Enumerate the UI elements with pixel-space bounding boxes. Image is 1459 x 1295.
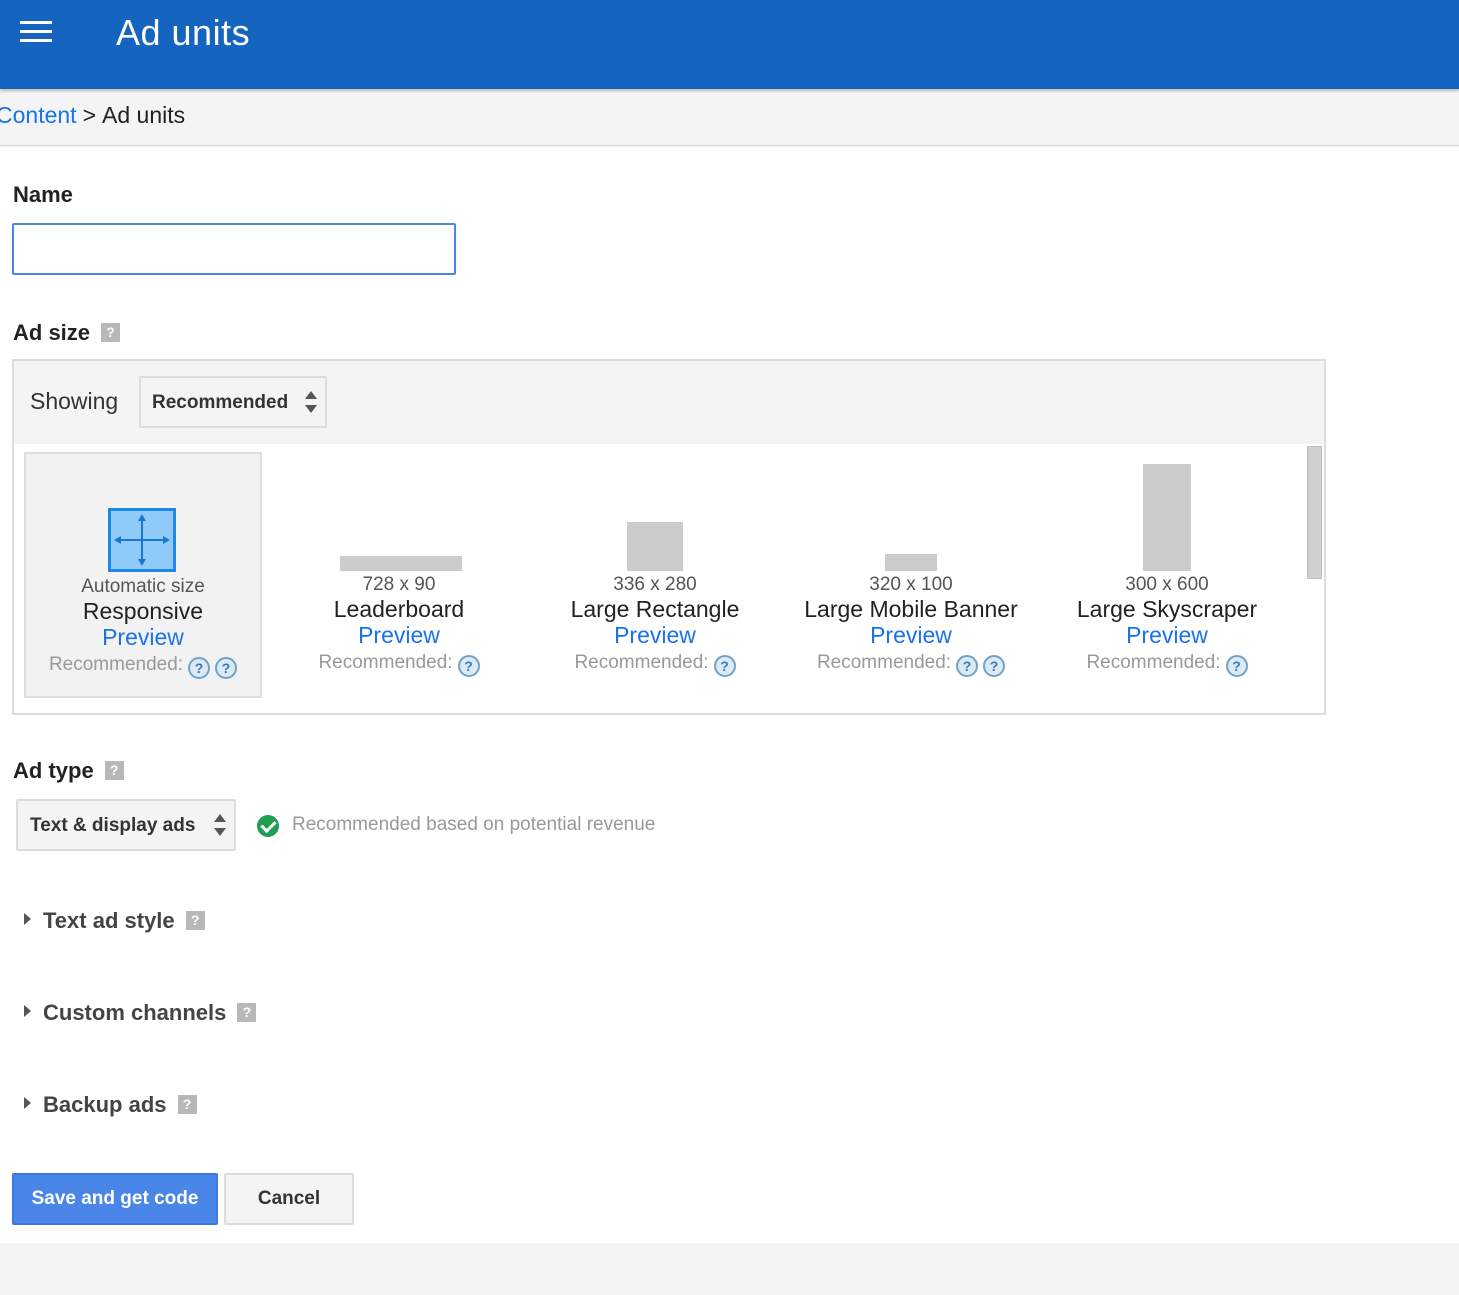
recommended-label: Recommended: — [574, 652, 709, 673]
cancel-button[interactable]: Cancel — [224, 1173, 354, 1225]
ad-type-label: Ad type — [13, 758, 94, 783]
question-icon[interactable]: ? — [956, 655, 979, 677]
preview-link[interactable]: Preview — [1048, 622, 1286, 649]
ad-type-select[interactable]: Text & display ads — [16, 799, 236, 851]
ad-size-card-responsive[interactable]: Automatic size Responsive Preview Recomm… — [24, 452, 262, 698]
help-icon[interactable]: ? — [237, 1003, 257, 1022]
expand-triangle-icon — [24, 913, 31, 925]
preview-link[interactable]: Preview — [280, 622, 518, 649]
showing-select[interactable]: Recommended — [139, 376, 327, 428]
recommended-label: Recommended: — [1086, 652, 1221, 673]
ad-size-card-large-skyscraper[interactable]: 300 x 600 Large Skyscraper Preview Recom… — [1048, 452, 1286, 698]
question-icon[interactable]: ? — [713, 655, 736, 677]
top-app-bar: Ad units — [0, 0, 1459, 89]
help-icon[interactable]: ? — [101, 323, 121, 342]
ad-unit-form: Name Ad size? Showing Recommended Automa… — [0, 147, 1459, 1243]
ad-size-thumbnail — [340, 556, 462, 571]
select-arrows-icon — [305, 391, 317, 413]
ad-size-dims: 300 x 600 — [1125, 574, 1209, 595]
help-icon[interactable]: ? — [104, 761, 124, 780]
recommended-label: Recommended: — [48, 654, 184, 675]
ad-size-scrollbar[interactable] — [1307, 446, 1322, 579]
question-icon[interactable]: ? — [1225, 655, 1248, 677]
recommended-row: Recommended:?? — [26, 654, 260, 679]
section-label: Backup ads — [43, 1092, 167, 1117]
name-label: Name — [13, 182, 73, 207]
section-label: Custom channels — [43, 1000, 227, 1025]
expand-triangle-icon — [24, 1097, 31, 1109]
preview-link[interactable]: Preview — [26, 624, 260, 651]
save-and-get-code-button[interactable]: Save and get code — [12, 1173, 218, 1225]
section-label: Text ad style — [43, 908, 175, 933]
recommended-row: Recommended:? — [536, 652, 774, 677]
ad-size-name: Large Skyscraper — [1076, 596, 1258, 622]
section-custom-channels[interactable]: Custom channels? — [24, 1000, 257, 1026]
ad-type-recommendation-note: Recommended based on potential revenue — [292, 814, 656, 835]
section-backup-ads[interactable]: Backup ads? — [24, 1092, 197, 1118]
page-title: Ad units — [116, 12, 251, 53]
check-circle-icon — [257, 815, 279, 837]
ad-size-label: Ad size — [13, 320, 91, 345]
question-icon[interactable]: ? — [188, 657, 211, 679]
ad-size-card-large-rectangle[interactable]: 336 x 280 Large Rectangle Preview Recomm… — [536, 452, 774, 698]
help-icon[interactable]: ? — [185, 911, 205, 930]
showing-select-value: Recommended — [152, 392, 289, 413]
recommended-row: Recommended:? — [1048, 652, 1286, 677]
ad-size-name: Responsive — [82, 598, 204, 624]
question-icon[interactable]: ? — [983, 655, 1006, 677]
recommended-row: Recommended:?? — [792, 652, 1030, 677]
question-icon[interactable]: ? — [457, 655, 480, 677]
ad-size-dims: Automatic size — [81, 576, 205, 597]
name-input[interactable] — [12, 223, 456, 275]
ad-size-name: Leaderboard — [333, 596, 465, 622]
ad-size-filter-bar: Showing Recommended — [14, 361, 1324, 444]
ad-size-dims: 336 x 280 — [613, 574, 697, 595]
section-text-ad-style[interactable]: Text ad style? — [24, 908, 205, 934]
ad-size-thumbnail — [627, 522, 683, 571]
recommended-label: Recommended: — [816, 652, 952, 673]
breadcrumb: Content > Ad units — [0, 89, 1459, 146]
ad-size-heading: Ad size? — [13, 320, 121, 346]
ad-size-card-large-mobile-banner[interactable]: 320 x 100 Large Mobile Banner Preview Re… — [792, 452, 1030, 698]
help-icon[interactable]: ? — [177, 1095, 197, 1114]
ad-type-select-value: Text & display ads — [30, 815, 196, 836]
hamburger-menu-icon[interactable] — [20, 21, 52, 43]
ad-size-thumbnail — [885, 554, 937, 571]
ad-size-name: Large Rectangle — [570, 596, 740, 622]
recommended-row: Recommended:? — [280, 652, 518, 677]
showing-label: Showing — [30, 388, 119, 414]
breadcrumb-separator: > — [82, 102, 96, 128]
ad-size-dims: 320 x 100 — [869, 574, 953, 595]
preview-link[interactable]: Preview — [792, 622, 1030, 649]
breadcrumb-current: Ad units — [102, 102, 186, 128]
responsive-resize-icon — [108, 508, 176, 572]
select-arrows-icon — [214, 814, 226, 836]
ad-size-thumbnail — [1143, 464, 1191, 571]
question-icon[interactable]: ? — [215, 657, 238, 679]
ad-size-card-leaderboard[interactable]: 728 x 90 Leaderboard Preview Recommended… — [280, 452, 518, 698]
preview-link[interactable]: Preview — [536, 622, 774, 649]
recommended-label: Recommended: — [318, 652, 453, 673]
ad-type-heading: Ad type? — [13, 758, 124, 784]
ad-size-dims: 728 x 90 — [362, 574, 436, 595]
ad-size-list: Automatic size Responsive Preview Recomm… — [14, 444, 1324, 713]
ad-size-panel: Showing Recommended Automatic size Respo… — [12, 359, 1326, 715]
breadcrumb-link-content[interactable]: Content — [0, 102, 77, 128]
ad-size-name: Large Mobile Banner — [804, 596, 1018, 622]
expand-triangle-icon — [24, 1005, 31, 1017]
